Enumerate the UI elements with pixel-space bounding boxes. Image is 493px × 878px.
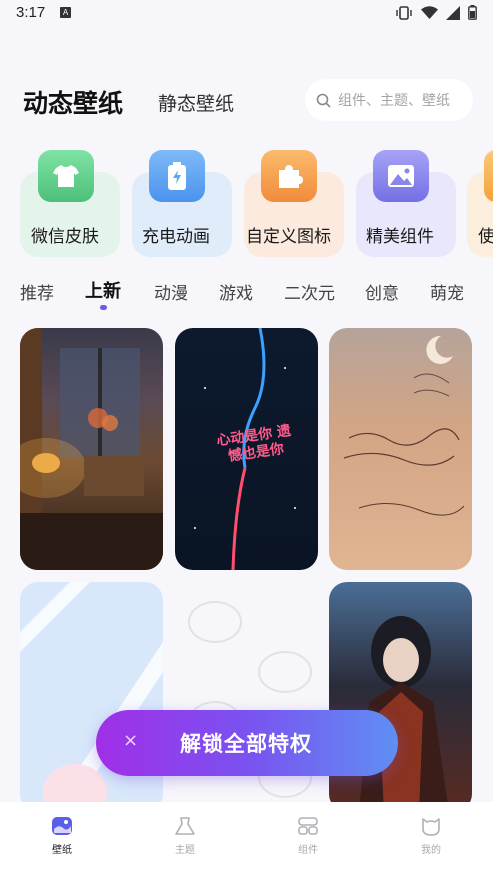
anime-character-illustration (359, 616, 449, 812)
bottom-navigation: 壁纸 主题 组件 我的 (0, 802, 493, 878)
wallpaper-thumb-anime-character[interactable] (329, 582, 472, 812)
shirt-icon (38, 150, 94, 202)
partial-icon (484, 150, 493, 202)
nav-item-wallpaper[interactable]: 壁纸 (32, 816, 92, 856)
wallpaper-thumb-hello-kitty[interactable] (175, 582, 318, 812)
nav-label-profile: 我的 (421, 845, 441, 856)
subtab-anime[interactable]: 动漫 (154, 279, 188, 304)
category-label-widgets: 精美组件 (366, 227, 434, 247)
category-label-wechat-skin: 微信皮肤 (31, 227, 99, 247)
signal-icon (446, 5, 460, 20)
search-placeholder: 组件、主题、壁纸 (338, 93, 450, 109)
tab-static-wallpaper[interactable]: 静态壁纸 (158, 89, 234, 116)
handwriting-illustration (343, 335, 465, 516)
nav-label-widget: 组件 (298, 845, 318, 856)
blue-stripes-illustration (20, 582, 163, 812)
subtab-acg[interactable]: 二次元 (284, 279, 335, 304)
status-bar: 3:17 A (0, 0, 493, 28)
image-icon (373, 150, 429, 202)
close-unlock-button[interactable]: × (123, 730, 138, 751)
unlock-privileges-button[interactable]: × 解锁全部特权 (96, 710, 398, 776)
subtab-creative[interactable]: 创意 (365, 279, 399, 304)
status-icons (395, 5, 477, 20)
search-icon (316, 93, 331, 108)
wallpaper-icon (52, 817, 72, 835)
subtab-games[interactable]: 游戏 (219, 279, 253, 304)
subtab-recommend[interactable]: 推荐 (20, 279, 54, 304)
unlock-privileges-label: 解锁全部特权 (180, 732, 312, 756)
category-label-charging-animation: 充电动画 (142, 227, 210, 247)
category-label-custom-icon: 自定义图标 (246, 227, 331, 247)
category-label-partial: 使 (478, 227, 493, 247)
tab-dynamic-wallpaper[interactable]: 动态壁纸 (23, 84, 123, 120)
cozy-room-illustration (20, 328, 163, 570)
wallpaper-thumb-light-streak[interactable]: 心动是你 遗憾也是你 (175, 328, 318, 570)
wallpaper-thumb-handwriting[interactable] (329, 328, 472, 570)
nav-item-profile[interactable]: 我的 (401, 816, 461, 856)
theme-icon (175, 817, 195, 835)
subtab-active-indicator (100, 305, 107, 310)
notification-icon: A (60, 7, 71, 18)
vibrate-icon (396, 5, 412, 20)
hello-kitty-illustration (188, 601, 312, 798)
search-input[interactable]: 组件、主题、壁纸 (305, 79, 473, 121)
subtab-pets[interactable]: 萌宠 (430, 279, 464, 304)
wifi-icon (421, 6, 438, 19)
nav-label-wallpaper: 壁纸 (52, 845, 72, 856)
nav-item-widget[interactable]: 组件 (278, 816, 338, 856)
subtab-new[interactable]: 上新 (85, 277, 121, 303)
nav-label-theme: 主题 (175, 845, 195, 856)
nav-item-theme[interactable]: 主题 (155, 816, 215, 856)
profile-icon (422, 818, 440, 836)
puzzle-icon (261, 150, 317, 202)
battery-icon (149, 150, 205, 202)
status-time: 3:17 (16, 4, 46, 21)
wallpaper-thumb-cozy-room[interactable] (20, 328, 163, 570)
widget-icon (298, 817, 318, 835)
wallpaper-thumb-blue-stripes[interactable] (20, 582, 163, 812)
battery-status-icon (468, 5, 477, 20)
